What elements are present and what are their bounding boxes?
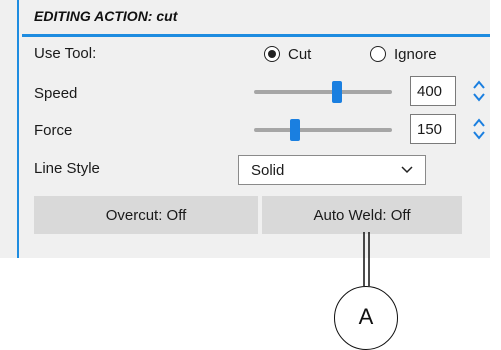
callout-leader-line <box>363 232 370 286</box>
callout-letter: A <box>358 304 374 329</box>
callout-marker: A <box>334 286 398 350</box>
